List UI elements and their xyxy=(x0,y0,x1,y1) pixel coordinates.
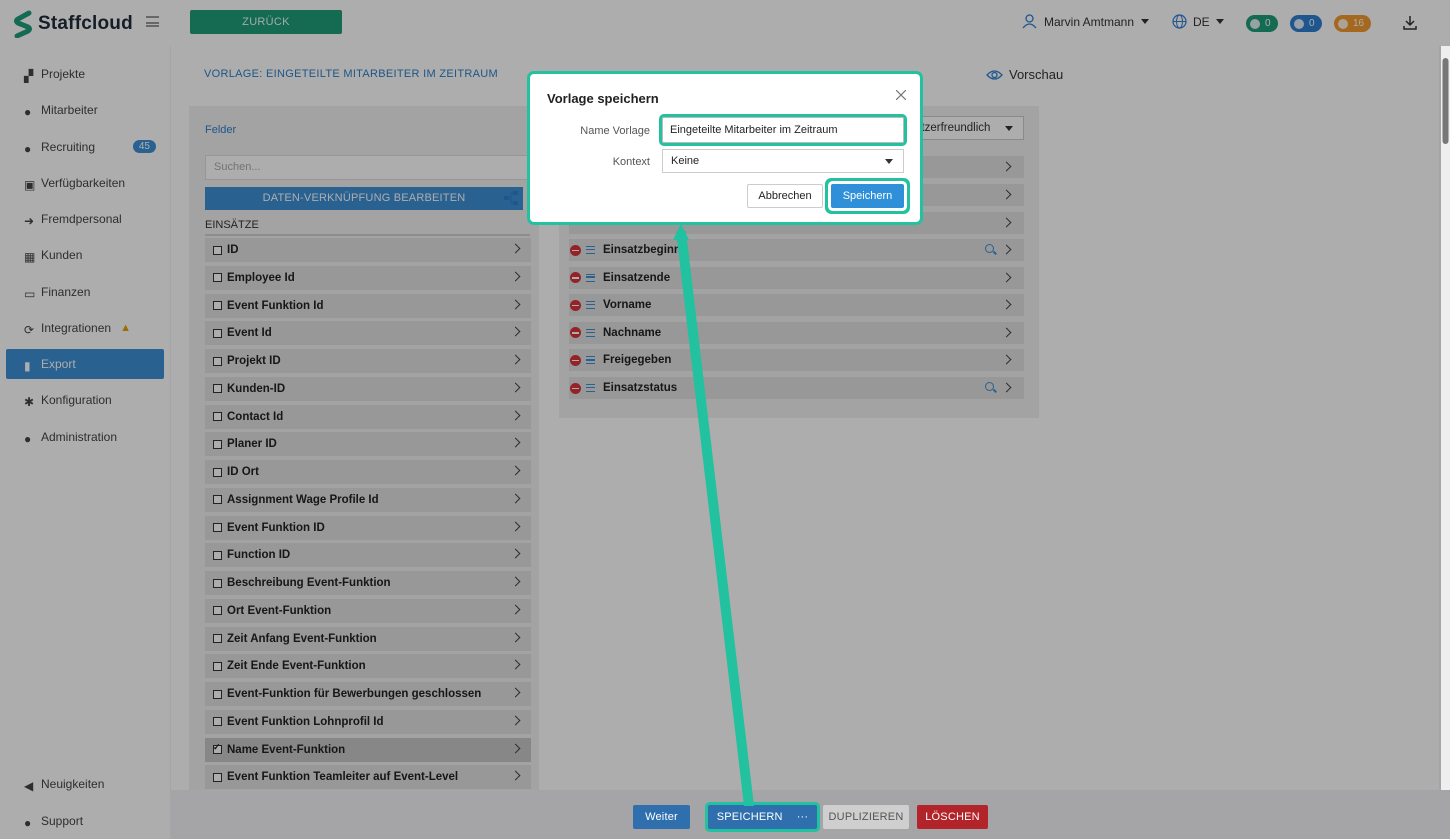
name-label: Name Vorlage xyxy=(580,125,650,137)
chevron-down-icon xyxy=(885,159,893,164)
weiter-button[interactable]: Weiter xyxy=(633,805,690,829)
context-select[interactable]: Keine xyxy=(662,149,904,173)
save-button[interactable]: SPEICHERN ··· xyxy=(708,805,817,829)
duplicate-button[interactable]: DUPLIZIEREN xyxy=(823,805,909,829)
more-options-icon[interactable]: ··· xyxy=(797,811,809,823)
scrollbar[interactable] xyxy=(1441,46,1450,790)
delete-button[interactable]: LÖSCHEN xyxy=(917,805,988,829)
cancel-button[interactable]: Abbrechen xyxy=(747,184,823,208)
template-name-input[interactable]: Eingeteilte Mitarbeiter im Zeitraum xyxy=(659,114,907,146)
save-button-label: SPEICHERN xyxy=(716,811,783,823)
save-template-modal: Vorlage speichern Name Vorlage Eingeteil… xyxy=(530,74,920,222)
modal-save-button[interactable]: Speichern xyxy=(831,184,904,208)
context-select-value: Keine xyxy=(671,155,700,167)
close-icon[interactable] xyxy=(896,90,906,100)
modal-title: Vorlage speichern xyxy=(547,91,659,106)
context-label: Kontext xyxy=(612,156,650,168)
